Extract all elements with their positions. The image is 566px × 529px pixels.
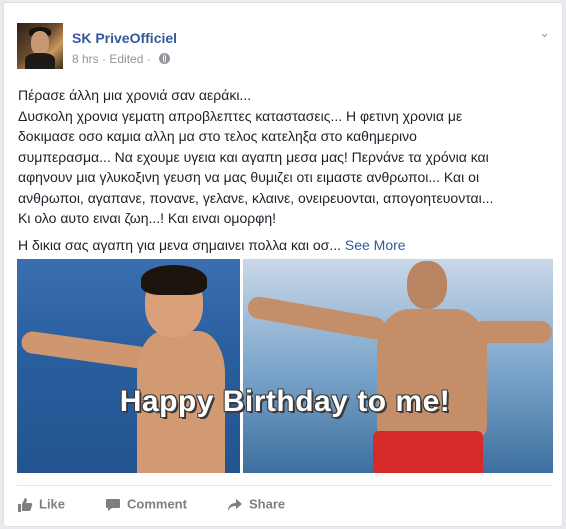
post-meta: 8 hrs · Edited ·	[72, 51, 171, 66]
post-line: αφηνουν μια γλυκοξινη γευση να μας θυμιζ…	[18, 169, 480, 185]
share-label: Share	[249, 496, 286, 512]
globe-icon[interactable]	[159, 53, 171, 65]
comment-button[interactable]: Comment	[105, 491, 187, 517]
post-line: ανθρωποι, αγαπανε, πονανε, γελανε, κλαιν…	[18, 189, 494, 206]
comment-label: Comment	[127, 496, 187, 512]
post-truncated-text: Η δικια σας αγαπη για μενα σημαινει πολλ…	[18, 236, 341, 253]
post-line: Κι ολο αυτο ειναι ζωη...! Και ειναι ομορ…	[18, 210, 276, 226]
man-face	[407, 261, 447, 309]
photo-caption: Happy Birthday to me!	[119, 385, 451, 418]
man-body	[377, 309, 487, 439]
share-button[interactable]: Share	[227, 491, 285, 517]
author-name[interactable]: SK PriveOfficiel	[72, 30, 177, 46]
like-icon	[18, 497, 33, 512]
avatar-face	[31, 31, 49, 55]
share-icon	[228, 498, 242, 511]
comment-icon	[106, 498, 120, 511]
chevron-down-icon[interactable]: ⌄	[539, 25, 550, 41]
post-line: Πέρασε άλλη μια χρονιά σαν αεράκι...	[18, 87, 252, 103]
see-more-link[interactable]: See More	[345, 237, 406, 253]
post-line: συμπερασμα... Να εχουμε υγεια και αγαπη …	[18, 148, 489, 165]
post-last-line: Η δικια σας αγαπη για μενα σημαινει πολλ…	[18, 235, 554, 256]
post-line: Δυσκολη χρονια γεματη απροβλεπτες καταστ…	[18, 107, 463, 124]
post-text: Πέρασε άλλη μια χρονιά σαν αεράκι... Δυσ…	[18, 85, 554, 255]
edited-label[interactable]: Edited	[109, 52, 143, 66]
meta-separator: ·	[102, 51, 107, 66]
post-time[interactable]: 8 hrs	[72, 52, 99, 66]
divider	[17, 485, 553, 486]
avatar-body	[25, 53, 55, 69]
like-button[interactable]: Like	[17, 491, 65, 517]
like-label: Like	[39, 496, 66, 512]
child-hair	[141, 265, 207, 295]
red-shorts	[373, 431, 483, 473]
post-card: SK PriveOfficiel 8 hrs · Edited · ⌄ Πέρα…	[3, 2, 563, 527]
meta-separator-2: ·	[146, 51, 151, 66]
post-line: δοκιμασε οσο καμια αλλη μα στο τελος κατ…	[18, 128, 417, 144]
author-avatar[interactable]	[17, 23, 63, 69]
post-photo[interactable]: Happy Birthday to me!	[17, 259, 553, 473]
